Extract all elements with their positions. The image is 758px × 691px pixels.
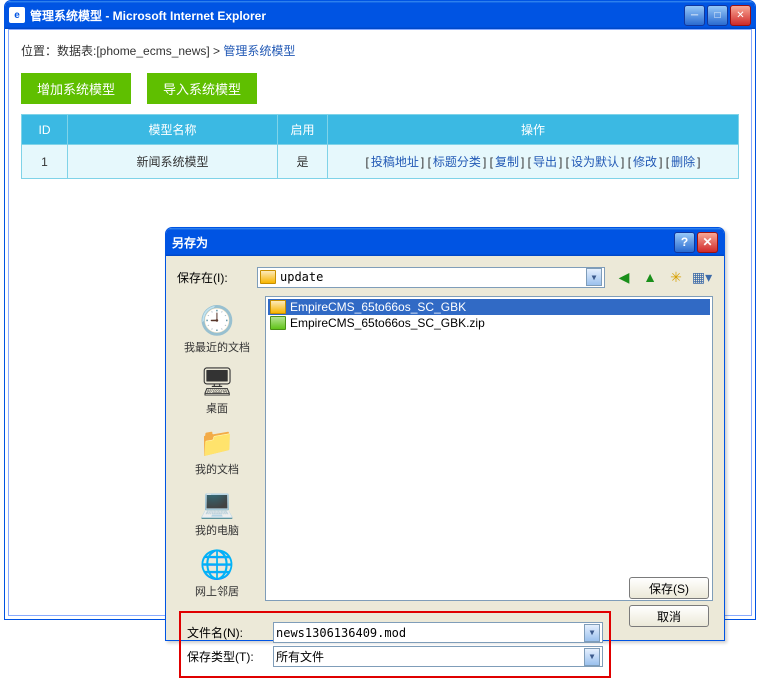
place-mydocs[interactable]: 📁 我的文档 [175,422,259,479]
th-name: 模型名称 [68,115,278,145]
filename-value: news1306136409.mod [276,626,584,640]
places-bar: 🕘 我最近的文档 🖥 桌面 📁 我的文档 💻 我的电脑 🌐 网上邻 [169,296,265,605]
chevron-down-icon[interactable]: ▼ [584,648,600,666]
place-recent[interactable]: 🕘 我最近的文档 [175,300,259,357]
op-set-default[interactable]: 设为默认 [571,155,619,169]
save-button[interactable]: 保存(S) [629,577,709,599]
op-copy[interactable]: 复制 [495,155,519,169]
op-title-cat[interactable]: 标题分类 [433,155,481,169]
recent-icon: 🕘 [199,302,235,338]
folder-icon [260,270,276,284]
file-list[interactable]: EmpireCMS_65to66os_SC_GBK EmpireCMS_65to… [265,296,713,601]
th-id: ID [22,115,68,145]
cell-name: 新闻系统模型 [68,145,278,179]
file-item-folder[interactable]: EmpireCMS_65to66os_SC_GBK [268,299,710,315]
ie-title: 管理系统模型 - Microsoft Internet Explorer [30,7,684,24]
back-icon[interactable]: ◀ [613,266,635,288]
save-in-label: 保存在(I): [177,269,249,286]
save-as-dialog: 另存为 ? ✕ 保存在(I): update ▼ ◀ ▲ ✳ ▦▾ 🕘 [165,227,725,641]
breadcrumb-prefix: 位置：数据表:[phome_ecms_news] > [21,44,223,58]
dialog-help-button[interactable]: ? [674,232,695,253]
table-row: 1 新闻系统模型 是 [投稿地址] [标题分类] [复制] [导出] [设为默认… [22,145,739,179]
place-desktop-label: 桌面 [206,400,228,416]
network-icon: 🌐 [199,546,235,582]
place-desktop[interactable]: 🖥 桌面 [175,361,259,418]
chevron-down-icon[interactable]: ▼ [584,624,600,642]
mydocs-icon: 📁 [199,424,235,460]
mycomp-icon: 💻 [199,485,235,521]
place-mydocs-label: 我的文档 [195,461,239,477]
op-delete[interactable]: 删除 [671,155,695,169]
new-folder-icon[interactable]: ✳ [665,266,687,288]
cell-ops: [投稿地址] [标题分类] [复制] [导出] [设为默认] [修改] [删除] [328,145,739,179]
filename-combo[interactable]: news1306136409.mod ▼ [273,622,603,643]
op-submit-addr[interactable]: 投稿地址 [371,155,419,169]
dialog-titlebar: 另存为 ? ✕ [166,228,724,256]
th-ops: 操作 [328,115,739,145]
folder-icon [270,300,286,314]
cancel-button[interactable]: 取消 [629,605,709,627]
up-icon[interactable]: ▲ [639,266,661,288]
add-model-button[interactable]: 增加系统模型 [21,73,131,104]
desktop-icon: 🖥 [199,363,235,399]
model-table: ID 模型名称 启用 操作 1 新闻系统模型 是 [投稿地址] [标题分类] [… [21,114,739,179]
place-mycomp-label: 我的电脑 [195,522,239,538]
cell-id: 1 [22,145,68,179]
op-edit[interactable]: 修改 [633,155,657,169]
dialog-close-button[interactable]: ✕ [697,232,718,253]
ie-titlebar: e 管理系统模型 - Microsoft Internet Explorer ─… [5,1,755,29]
breadcrumb: 位置：数据表:[phome_ecms_news] > 管理系统模型 [21,42,739,59]
op-export[interactable]: 导出 [533,155,557,169]
ie-icon: e [9,7,25,23]
file-name: EmpireCMS_65to66os_SC_GBK [290,300,466,314]
file-item-zip[interactable]: EmpireCMS_65to66os_SC_GBK.zip [268,315,710,331]
close-button[interactable]: ✕ [730,5,751,26]
filetype-value: 所有文件 [276,648,584,665]
th-enabled: 启用 [278,115,328,145]
filename-label: 文件名(N): [187,624,265,641]
save-in-combo[interactable]: update ▼ [257,267,605,288]
place-mycomp[interactable]: 💻 我的电脑 [175,483,259,540]
file-name: EmpireCMS_65to66os_SC_GBK.zip [290,316,485,330]
place-network-label: 网上邻居 [195,583,239,599]
filetype-combo[interactable]: 所有文件 ▼ [273,646,603,667]
cell-enabled: 是 [278,145,328,179]
breadcrumb-current[interactable]: 管理系统模型 [223,44,295,58]
place-recent-label: 我最近的文档 [184,339,250,355]
save-in-folder: update [280,270,586,284]
filetype-label: 保存类型(T): [187,648,265,665]
minimize-button[interactable]: ─ [684,5,705,26]
dialog-title: 另存为 [172,234,674,251]
chevron-down-icon[interactable]: ▼ [586,268,602,286]
place-network[interactable]: 🌐 网上邻居 [175,544,259,601]
views-icon[interactable]: ▦▾ [691,266,713,288]
zip-icon [270,316,286,330]
import-model-button[interactable]: 导入系统模型 [147,73,257,104]
maximize-button[interactable]: □ [707,5,728,26]
highlight-box: 文件名(N): news1306136409.mod ▼ 保存类型(T): 所有… [179,611,611,678]
